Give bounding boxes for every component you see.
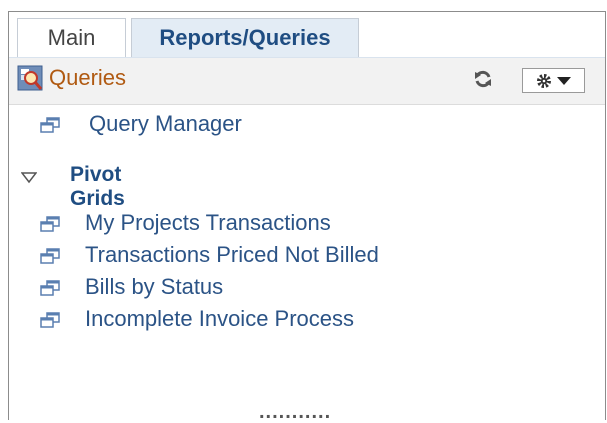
link-window-icon: [40, 312, 60, 328]
pagelet-body: Query Manager Pivot Grids My Projects Tr…: [9, 105, 605, 422]
link-window-icon: [40, 117, 60, 133]
queries-pagelet: Main Reports/Queries Queries Query Manag…: [8, 11, 606, 422]
link-transactions-priced-not-billed-label: Transactions Priced Not Billed: [85, 242, 379, 267]
pagelet-title-group: Queries: [17, 65, 126, 91]
tab-main[interactable]: Main: [17, 18, 126, 57]
tab-reports-queries-label: Reports/Queries: [159, 25, 331, 50]
chevron-down-icon: [557, 76, 571, 85]
pagelet-title: Queries: [49, 65, 127, 90]
refresh-icon: [475, 70, 491, 88]
tab-bar: Main Reports/Queries: [9, 12, 605, 58]
link-incomplete-invoice-process-label: Incomplete Invoice Process: [85, 306, 355, 331]
refresh-button[interactable]: [471, 67, 495, 91]
tab-main-label: Main: [47, 25, 96, 50]
query-search-icon: [17, 65, 43, 91]
link-bills-by-status-label: Bills by Status: [85, 274, 224, 299]
gear-icon: [537, 73, 551, 88]
pagelet-header: Queries: [9, 58, 605, 105]
expand-triangle-icon: [21, 172, 37, 184]
resize-handle[interactable]: ...........: [259, 402, 331, 422]
group-pivot-grids-label: Pivot Grids: [70, 163, 125, 210]
link-window-icon: [40, 248, 60, 264]
link-window-icon: [40, 216, 60, 232]
pagelet-settings-button[interactable]: [522, 68, 585, 93]
tab-reports-queries[interactable]: Reports/Queries: [131, 18, 359, 57]
link-my-projects-transactions-label: My Projects Transactions: [85, 210, 331, 235]
link-window-icon: [40, 280, 60, 296]
link-query-manager-label: Query Manager: [89, 111, 242, 136]
